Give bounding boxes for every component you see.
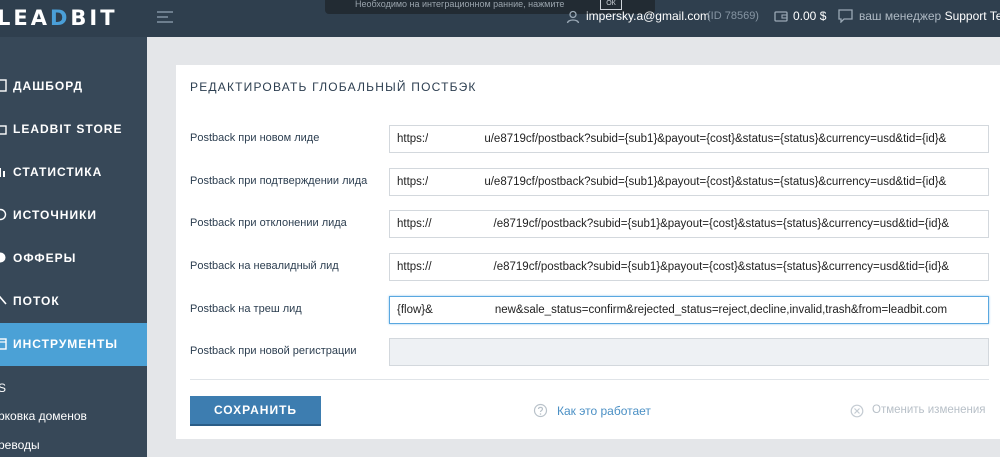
user-id: (ID 78569) <box>707 10 759 22</box>
help-icon <box>533 403 548 418</box>
notification-text: Необходимо на интеграционном ранние, наж… <box>355 0 565 9</box>
save-button[interactable]: СОХРАНИТЬ <box>190 396 321 426</box>
postback-confirmed-lead-input[interactable]: https:/u/e8719cf/postback?subid={sub1}&p… <box>389 168 989 196</box>
sidebar-item-tools[interactable]: ИНСТРУМЕНТЫ <box>0 323 147 366</box>
postback-rejected-lead-input[interactable]: https:///e8719cf/postback?subid={sub1}&p… <box>389 210 989 238</box>
flow-icon <box>0 295 7 305</box>
sidebar-item-offers[interactable]: ОФФЕРЫ <box>0 237 147 280</box>
sidebar-item-store[interactable]: LEADBIT STORE <box>0 108 147 151</box>
postback-new-lead-label: Postback при новом лиде <box>190 132 320 144</box>
offers-icon <box>0 252 6 263</box>
logo[interactable]: LEADBIT <box>0 6 118 30</box>
sidebar-item-dashboard[interactable]: ДАШБОРД <box>0 65 147 108</box>
wallet-icon <box>774 11 788 22</box>
manager-name: Support Tea <box>944 9 1000 23</box>
cancel-icon <box>850 404 864 418</box>
top-bar: LEADBIT Необходимо на интеграционном ран… <box>0 0 1000 37</box>
postback-registration-input[interactable] <box>389 338 989 366</box>
sidebar-item-label: ОФФЕРЫ <box>13 251 77 265</box>
sidebar-item-label: ПОТОК <box>13 294 60 308</box>
postback-confirmed-lead-label: Postback при подтверждении лида <box>190 175 368 187</box>
postback-rejected-lead-label: Postback при отклонении лида <box>190 217 347 229</box>
user-icon <box>566 10 580 24</box>
postback-registration-label: Postback при новой регистрации <box>190 345 357 357</box>
form-divider <box>190 379 989 380</box>
global-postback-form: РЕДАКТИРОВАТЬ ГЛОБАЛЬНЫЙ ПОСТБЭК Postbac… <box>176 65 1000 439</box>
sidebar-subitem-domain-parking[interactable]: рковка доменов <box>0 409 87 423</box>
logo-text-start: LEA <box>0 6 50 30</box>
sidebar-subitem[interactable]: S <box>0 381 6 395</box>
user-email[interactable]: impersky.a@gmail.com <box>586 9 710 23</box>
tools-icon <box>0 338 7 350</box>
logo-text-end: BIT <box>70 6 118 30</box>
logo-text-accent: D <box>49 6 71 30</box>
page-title: РЕДАКТИРОВАТЬ ГЛОБАЛЬНЫЙ ПОСТБЭК <box>190 80 477 94</box>
sidebar-item-label: СТАТИСТИКА <box>13 165 103 179</box>
sidebar: ДАШБОРД LEADBIT STORE СТАТИСТИКА ИСТОЧНИ… <box>0 37 147 457</box>
sidebar-item-flow[interactable]: ПОТОК <box>0 280 147 323</box>
manager-label: ваш менеджер <box>859 9 942 23</box>
postback-invalid-lead-input[interactable]: https:///e8719cf/postback?subid={sub1}&p… <box>389 253 989 281</box>
sidebar-item-label: LEADBIT STORE <box>13 122 123 136</box>
statistics-icon <box>0 168 5 177</box>
app-root: LEADBIT Необходимо на интеграционном ран… <box>0 0 1000 457</box>
sidebar-item-statistics[interactable]: СТАТИСТИКА <box>0 151 147 194</box>
balance-value[interactable]: 0.00 $ <box>793 9 826 23</box>
postback-trash-lead-input[interactable]: {flow}& new&sale_status=confirm&rejected_… <box>389 296 989 324</box>
sidebar-item-label: ДАШБОРД <box>13 79 84 93</box>
sidebar-subitem-transfers[interactable]: реводы <box>0 438 40 452</box>
postback-trash-lead-label: Postback на треш лид <box>190 303 302 315</box>
postback-new-lead-input[interactable]: https:/u/e8719cf/postback?subid={sub1}&p… <box>389 125 989 153</box>
sidebar-item-label: ИСТОЧНИКИ <box>13 208 98 222</box>
how-it-works-label: Как это работает <box>557 404 651 418</box>
sidebar-item-label: ИНСТРУМЕНТЫ <box>13 337 119 351</box>
postback-invalid-lead-label: Postback на невалидный лид <box>190 260 339 272</box>
sidebar-item-sources[interactable]: ИСТОЧНИКИ <box>0 194 147 237</box>
dashboard-icon <box>0 79 7 92</box>
menu-toggle-icon[interactable] <box>157 11 173 24</box>
store-icon <box>0 125 7 135</box>
sources-icon <box>0 208 7 221</box>
cancel-changes-label: Отменить изменения <box>872 404 986 416</box>
manager-chat-icon <box>838 9 853 23</box>
manager-info[interactable]: ваш менеджер Support Tea <box>859 9 1000 23</box>
